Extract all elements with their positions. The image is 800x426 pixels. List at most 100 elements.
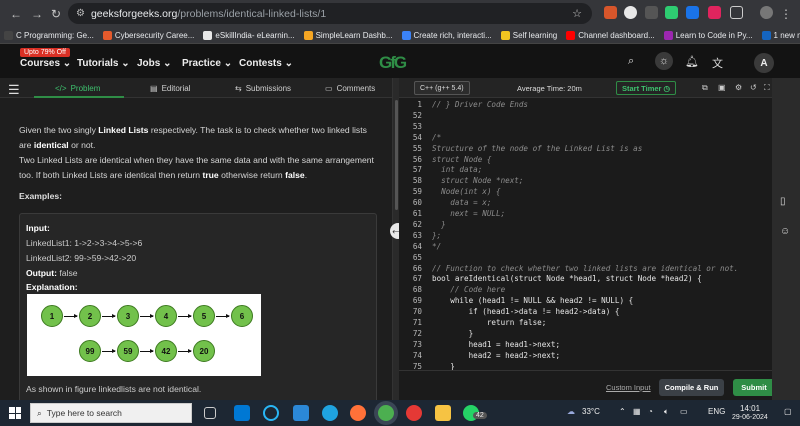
- code-line[interactable]: // Code here: [432, 285, 505, 294]
- files-icon[interactable]: ▣: [718, 83, 726, 92]
- code-line[interactable]: head2 = head2->next;: [432, 351, 560, 360]
- code-line[interactable]: int data;: [432, 165, 482, 174]
- extension-icon[interactable]: [708, 6, 721, 19]
- code-line[interactable]: };: [432, 231, 441, 240]
- extension-icon[interactable]: [665, 6, 678, 19]
- windows-start-icon[interactable]: [9, 407, 21, 419]
- tab-comments[interactable]: ▭ Comments: [325, 84, 375, 93]
- file-explorer-icon[interactable]: [435, 405, 451, 421]
- mail-icon[interactable]: [234, 405, 250, 421]
- notification-bell-icon[interactable]: 🔔︎: [685, 55, 699, 68]
- cortana-icon[interactable]: [263, 405, 279, 421]
- code-line[interactable]: bool areIdentical(struct Node *head1, st…: [432, 274, 702, 283]
- bookmark-item[interactable]: Self learning: [500, 30, 557, 40]
- code-line[interactable]: struct Node *next;: [432, 176, 523, 185]
- settings-icon[interactable]: ⚙: [735, 83, 742, 92]
- menu-contests[interactable]: Contests ⌄: [239, 58, 293, 69]
- weather-icon[interactable]: ☁: [567, 407, 575, 416]
- code-line[interactable]: Node(int x) {: [432, 187, 500, 196]
- bookmark-item[interactable]: 1 new message: [761, 30, 800, 40]
- language-select[interactable]: C++ (g++ 5.4): [414, 81, 470, 95]
- bookmark-item[interactable]: Learn to Code in Py...: [663, 30, 753, 40]
- volume-icon[interactable]: 🔈︎: [664, 407, 669, 417]
- chrome-icon[interactable]: [406, 405, 422, 421]
- tab-editorial[interactable]: ▤ Editorial: [150, 84, 190, 93]
- extension-icon[interactable]: [686, 6, 699, 19]
- menu-tutorials[interactable]: Tutorials ⌄: [77, 58, 130, 69]
- start-timer-button[interactable]: Start Timer ◷: [616, 81, 677, 95]
- compile-run-button[interactable]: Compile & Run: [659, 379, 724, 396]
- code-line[interactable]: struct Node {: [432, 155, 491, 164]
- bookmark-item[interactable]: Create rich, interacti...: [401, 30, 492, 40]
- hamburger-menu-icon[interactable]: ☰: [8, 82, 20, 98]
- clock-time[interactable]: 14:01: [740, 404, 760, 413]
- temperature[interactable]: 33°C: [582, 407, 600, 416]
- battery-icon[interactable]: ▭: [680, 407, 688, 416]
- bookmark-favicon-icon: [663, 30, 673, 40]
- code-line[interactable]: head1 = head1->next;: [432, 340, 560, 349]
- reload-icon[interactable]: ↻: [46, 4, 66, 24]
- tab-submissions[interactable]: ⇆ Submissions: [235, 84, 291, 93]
- search-icon[interactable]: ⌕: [628, 55, 634, 68]
- copy-icon[interactable]: ⧉: [702, 83, 708, 93]
- code-line[interactable]: return false;: [432, 318, 546, 327]
- bookmark-item[interactable]: C Programming: Ge...: [4, 30, 94, 40]
- edge-icon[interactable]: [322, 405, 338, 421]
- browser-menu-icon[interactable]: ⋮: [776, 4, 796, 24]
- tab-problem[interactable]: </> Problem: [55, 84, 100, 93]
- gfg-logo[interactable]: GfG: [379, 53, 407, 73]
- bookmark-item[interactable]: Cybersecurity Caree...: [102, 30, 194, 40]
- extension-icon[interactable]: [645, 6, 658, 19]
- extensions-puzzle-icon[interactable]: [730, 6, 743, 19]
- notifications-icon[interactable]: ▢: [784, 407, 792, 416]
- theme-toggle-icon[interactable]: ☼: [655, 52, 673, 70]
- code-line[interactable]: data = x;: [432, 198, 491, 207]
- menu-practice[interactable]: Practice ⌄: [182, 58, 232, 69]
- code-line[interactable]: */: [432, 242, 441, 251]
- submit-button[interactable]: Submit: [733, 379, 775, 396]
- menu-courses[interactable]: Courses ⌄: [20, 58, 71, 69]
- forward-icon[interactable]: →: [27, 4, 47, 24]
- book-icon[interactable]: ▯: [780, 196, 792, 208]
- line-number: 57: [412, 165, 422, 175]
- wifi-icon[interactable]: ◔: [648, 407, 653, 416]
- code-line[interactable]: /*: [432, 133, 441, 142]
- offer-badge[interactable]: Upto 79% Off: [20, 48, 70, 57]
- avatar[interactable]: A: [754, 53, 774, 73]
- fullscreen-icon[interactable]: ⛶: [764, 83, 770, 93]
- site-info-icon[interactable]: ⚙: [76, 8, 85, 19]
- store-icon[interactable]: [293, 405, 309, 421]
- code-line[interactable]: // Function to check whether two linked …: [432, 264, 738, 273]
- code-line[interactable]: Structure of the node of the Linked List…: [432, 144, 642, 153]
- bookmark-item[interactable]: eSkillIndia- eLearnin...: [203, 30, 295, 40]
- code-editor[interactable]: 1 // } Driver Code Ends 52 53 54 /* 55 Structur…: [399, 100, 772, 392]
- code-line[interactable]: while (head1 != NULL && head2 != NULL) {: [432, 296, 633, 305]
- menu-jobs[interactable]: Jobs ⌄: [137, 58, 172, 69]
- tray-chevron-icon[interactable]: ⌃: [619, 407, 626, 416]
- bookmark-item[interactable]: SimpleLearn Dashb...: [303, 30, 393, 40]
- taskbar-search-input[interactable]: ⌕ Type here to search: [30, 403, 192, 423]
- extension-icon[interactable]: [624, 6, 637, 19]
- discord-icon[interactable]: ☺: [780, 226, 792, 238]
- extension-icon[interactable]: [604, 6, 617, 19]
- language-indicator[interactable]: ENG: [708, 407, 725, 416]
- bookmark-star-icon[interactable]: ☆: [572, 7, 582, 20]
- task-view-icon[interactable]: [204, 407, 216, 419]
- reset-icon[interactable]: ↺: [750, 83, 757, 92]
- translate-icon[interactable]: 文: [712, 55, 723, 71]
- problem-scrollbar[interactable]: [395, 100, 398, 210]
- custom-input-link[interactable]: Custom Input: [606, 383, 651, 392]
- code-line[interactable]: }: [432, 329, 474, 338]
- code-line[interactable]: }: [432, 220, 446, 229]
- code-line[interactable]: if (head1->data != head2->data) {: [432, 307, 620, 316]
- firefox-icon[interactable]: [350, 405, 366, 421]
- back-icon[interactable]: ←: [6, 4, 26, 24]
- chrome-icon[interactable]: [378, 405, 394, 421]
- network-icon[interactable]: ▦: [633, 407, 641, 416]
- profile-icon[interactable]: [760, 6, 773, 19]
- code-line[interactable]: next = NULL;: [432, 209, 505, 218]
- clock-date[interactable]: 29-06-2024: [732, 414, 768, 421]
- code-line[interactable]: // } Driver Code Ends: [432, 100, 528, 109]
- address-bar[interactable]: ⚙ geeksforgeeks.org/problems/identical-l…: [68, 3, 592, 24]
- bookmark-item[interactable]: Channel dashboard...: [566, 30, 655, 40]
